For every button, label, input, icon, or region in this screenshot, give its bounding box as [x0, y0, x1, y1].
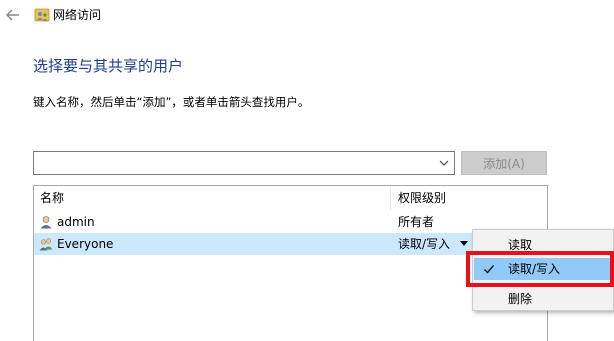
user-name-input[interactable]: [34, 152, 434, 174]
menu-item-label: 读取/写入: [508, 262, 561, 276]
instruction-text: 键入名称，然后单击“添加”，或者单击箭头查找用户。: [33, 95, 310, 109]
list-row-admin[interactable]: admin 所有者: [34, 211, 547, 233]
back-button[interactable]: [4, 6, 22, 24]
group-icon: [39, 238, 53, 251]
menu-item-label: 读取: [508, 238, 533, 252]
menu-item-label: 删除: [508, 292, 533, 306]
network-share-icon: [34, 8, 50, 22]
caret-down-icon[interactable]: [460, 241, 468, 246]
arrow-left-icon: [6, 9, 19, 21]
page-title: 选择要与其共享的用户: [33, 57, 184, 75]
column-divider[interactable]: [390, 186, 391, 210]
user-icon: [40, 216, 52, 229]
permission-level: 所有者: [398, 215, 435, 229]
list-row-everyone[interactable]: Everyone 读取/写入: [34, 233, 547, 255]
column-header-permission[interactable]: 权限级别: [398, 191, 446, 206]
permission-menu: 读取 读取/写入 删除: [472, 229, 614, 311]
add-button[interactable]: 添加(A): [461, 151, 547, 175]
checkmark-icon: [484, 265, 494, 274]
column-header-name[interactable]: 名称: [40, 191, 64, 206]
user-name: admin: [57, 215, 95, 229]
title-bar: 网络访问: [0, 0, 614, 30]
menu-item-read[interactable]: 读取: [474, 234, 613, 256]
list-header: 名称 权限级别: [34, 186, 547, 210]
user-permission-list: 名称 权限级别 admin 所有者 Everyone 读取/写入: [33, 185, 548, 341]
menu-item-remove[interactable]: 删除: [474, 288, 613, 310]
user-name-combobox[interactable]: [33, 151, 455, 175]
user-name: Everyone: [57, 237, 114, 251]
window-title: 网络访问: [53, 8, 102, 22]
chevron-down-icon[interactable]: [438, 157, 450, 169]
menu-item-read-write[interactable]: 读取/写入: [474, 258, 613, 280]
menu-separator: [503, 285, 609, 286]
permission-level[interactable]: 读取/写入: [398, 237, 450, 252]
